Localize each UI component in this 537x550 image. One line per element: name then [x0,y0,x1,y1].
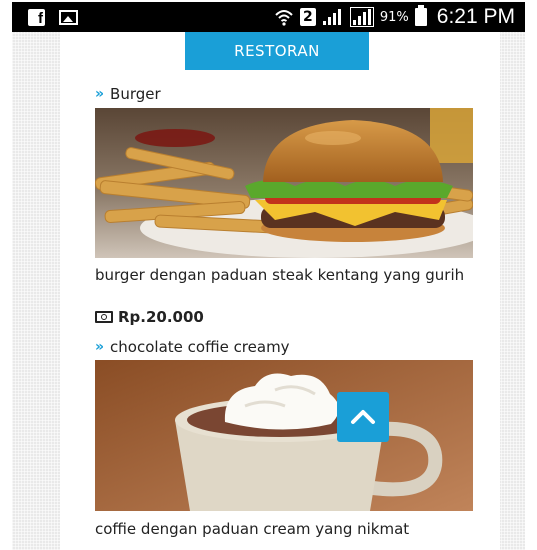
coffee-image [95,360,473,511]
double-chevron-right-icon: » [95,86,105,102]
battery-icon [414,5,427,26]
signal-icon [322,9,341,25]
gallery-icon [59,10,78,25]
restaurant-content: RESTORAN » Burger burger dengan paduan s… [60,32,500,550]
item-name: Burger [110,85,161,103]
scroll-to-top-button[interactable] [337,392,389,442]
notification-icons: f [28,9,78,27]
system-icons: 2 91% 6:21 PM [274,4,515,30]
facebook-icon: f [28,9,45,27]
double-chevron-right-icon: » [95,339,105,355]
wifi-icon [275,10,293,26]
battery-percent: 91% [379,9,409,25]
burger-photo[interactable] [95,108,473,258]
item-description: coffie dengan paduan cream yang nikmat [95,520,410,538]
clock: 6:21 PM [436,5,515,28]
item-price: Rp.20.000 [95,308,204,326]
item-title-chocolate[interactable]: » chocolate coffie creamy [95,338,290,356]
money-icon [95,311,113,323]
status-bar: f 2 91% 6:21 PM [12,2,525,32]
item-description: burger dengan paduan steak kentang yang … [95,266,465,284]
item-name: chocolate coffie creamy [110,338,290,356]
sim-badge: 2 [299,8,316,26]
page-title: RESTORAN [185,32,369,70]
item-title-burger[interactable]: » Burger [95,85,161,103]
coffee-photo[interactable] [95,360,473,511]
phone-screen: f 2 91% 6:21 PM RESTORAN » Burger burger… [12,2,525,550]
signal-icon-2 [349,7,374,27]
chevron-up-icon [351,410,375,424]
price-value: Rp.20.000 [118,308,204,326]
burger-image [95,108,473,258]
